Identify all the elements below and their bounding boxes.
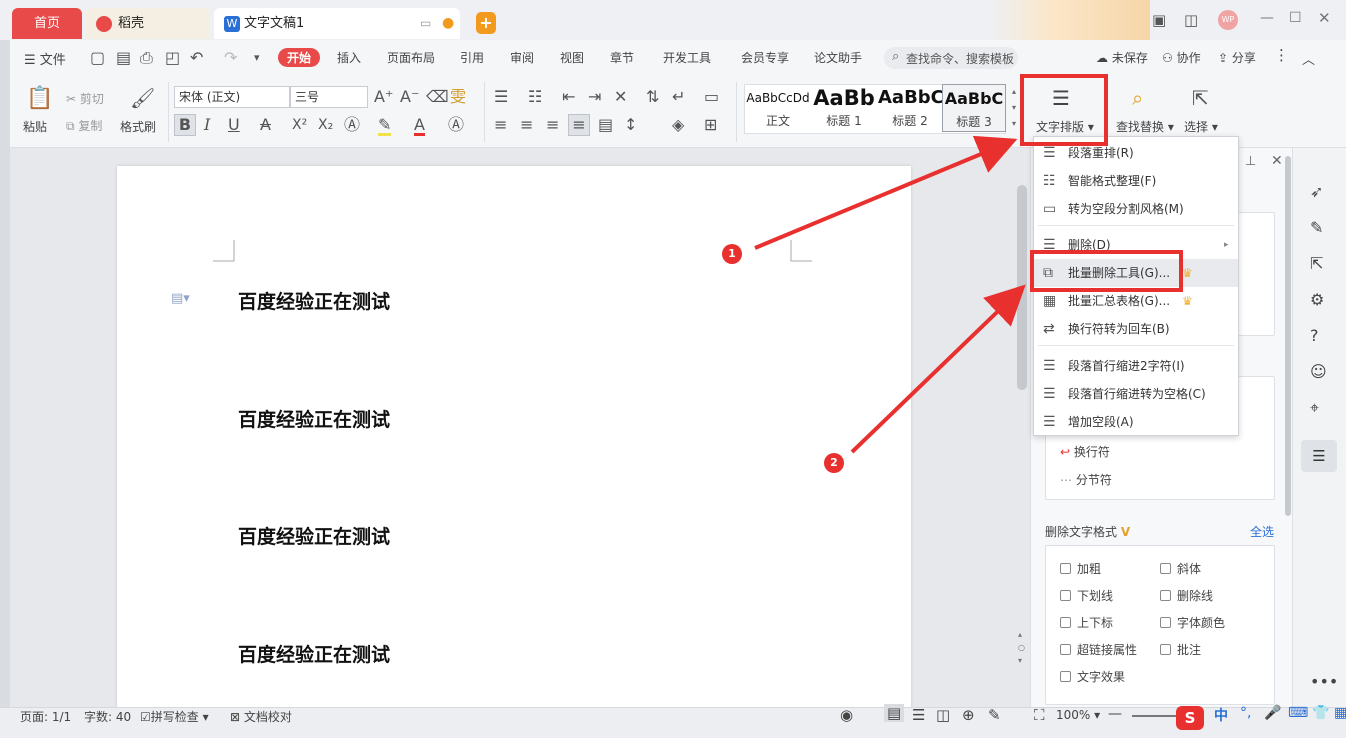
annotation-arrows (754, 135, 1026, 454)
annotation-badge-1: 1 (722, 244, 742, 264)
arrow-2 (850, 284, 1026, 454)
annotation-badge-2: 2 (824, 453, 844, 473)
arrow-1 (754, 135, 1018, 250)
